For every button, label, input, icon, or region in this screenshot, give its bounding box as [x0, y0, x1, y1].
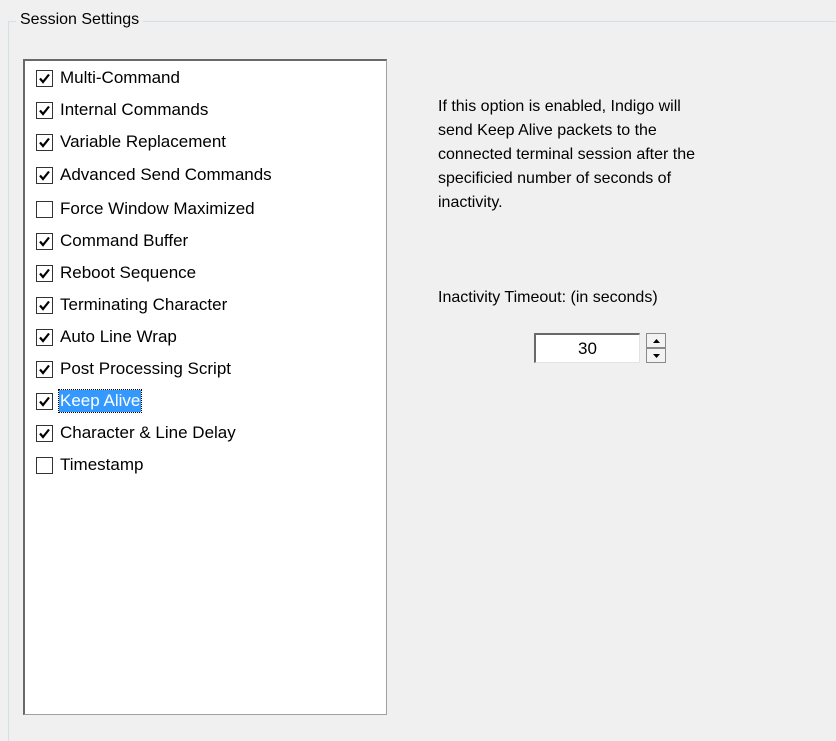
list-item-label: Timestamp: [60, 455, 144, 474]
list-item-timestamp[interactable]: Timestamp: [36, 453, 144, 477]
list-item-command-buffer[interactable]: Command Buffer: [36, 229, 189, 253]
checkmark-icon: [39, 332, 50, 343]
list-item-keep-alive[interactable]: Keep Alive: [36, 389, 143, 413]
list-item-internal-commands[interactable]: Internal Commands: [36, 98, 209, 122]
list-item-post-processing-script[interactable]: Post Processing Script: [36, 357, 232, 381]
checkbox[interactable]: [36, 392, 53, 410]
checkmark-icon: [39, 73, 50, 84]
checkbox[interactable]: [36, 456, 53, 474]
list-item-label: Force Window Maximized: [60, 199, 255, 218]
arrow-down-icon: [652, 353, 660, 358]
list-item-label: Internal Commands: [60, 100, 209, 119]
list-item-label: Terminating Character: [60, 295, 228, 314]
checkbox[interactable]: [36, 133, 53, 151]
spinner-up-button[interactable]: [646, 333, 666, 348]
checkbox[interactable]: [36, 166, 53, 184]
list-item-label: Multi-Command: [60, 68, 180, 87]
checkmark-icon: [39, 105, 50, 116]
list-item-label: Post Processing Script: [60, 359, 232, 378]
checkbox[interactable]: [36, 328, 53, 346]
checkmark-icon: [39, 300, 50, 311]
checkbox[interactable]: [36, 101, 53, 119]
spinner-down-button[interactable]: [646, 348, 666, 363]
list-item-terminating-character[interactable]: Terminating Character: [36, 293, 228, 317]
checkbox[interactable]: [36, 232, 53, 250]
checkbox[interactable]: [36, 264, 53, 282]
inactivity-timeout-input[interactable]: [534, 333, 640, 363]
list-item-character-line-delay[interactable]: Character & Line Delay: [36, 421, 237, 445]
checkbox[interactable]: [36, 200, 53, 218]
list-item-label: Character & Line Delay: [60, 423, 236, 442]
list-item-auto-line-wrap[interactable]: Auto Line Wrap: [36, 325, 178, 349]
list-item-variable-replacement[interactable]: Variable Replacement: [36, 130, 227, 154]
arrow-up-icon: [652, 338, 660, 343]
options-list[interactable]: Multi-Command Internal Commands Variable…: [23, 59, 387, 715]
checkmark-icon: [39, 364, 50, 375]
list-item-label: Advanced Send Commands: [60, 165, 272, 184]
checkbox[interactable]: [36, 424, 53, 442]
list-item-label: Variable Replacement: [60, 132, 226, 151]
list-item-label: Command Buffer: [60, 231, 189, 250]
checkbox[interactable]: [36, 296, 53, 314]
option-description: If this option is enabled, Indigo will s…: [438, 98, 696, 211]
list-item-advanced-send-commands[interactable]: Advanced Send Commands: [36, 163, 273, 187]
list-item-multi-command[interactable]: Multi-Command: [36, 66, 181, 90]
checkbox[interactable]: [36, 69, 53, 87]
checkmark-icon: [39, 170, 50, 181]
checkmark-icon: [39, 268, 50, 279]
checkmark-icon: [39, 137, 50, 148]
groupbox-title: Session Settings: [16, 10, 144, 30]
list-item-label-selected: Keep Alive: [57, 389, 143, 413]
checkmark-icon: [39, 236, 50, 247]
list-item-label: Auto Line Wrap: [60, 327, 177, 346]
list-item-reboot-sequence[interactable]: Reboot Sequence: [36, 261, 197, 285]
checkmark-icon: [39, 428, 50, 439]
list-item-force-window-maximized[interactable]: Force Window Maximized: [36, 197, 256, 221]
inactivity-timeout-label: Inactivity Timeout: (in seconds): [438, 289, 658, 306]
list-item-label: Reboot Sequence: [60, 263, 197, 282]
checkbox[interactable]: [36, 360, 53, 378]
session-settings-panel: Session Settings Multi-Command Internal …: [0, 0, 836, 741]
checkmark-icon: [39, 396, 50, 407]
